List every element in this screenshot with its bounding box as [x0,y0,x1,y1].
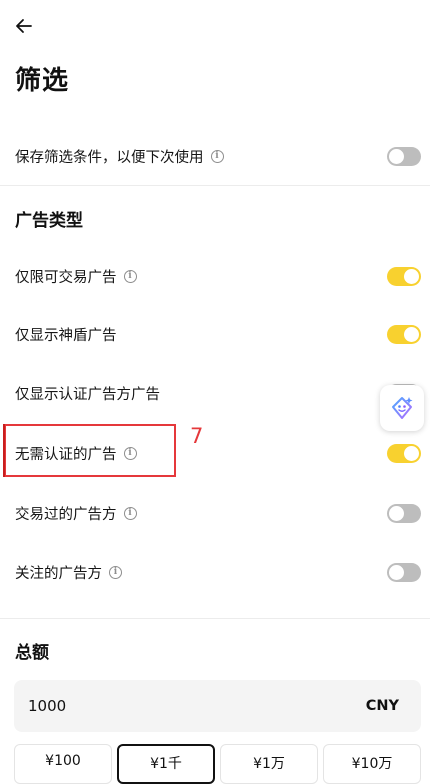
amount-section-title: 总额 [15,643,49,663]
amount-chip-100[interactable]: ¥100 [14,744,112,784]
info-icon[interactable]: i [123,269,137,283]
option-label: 交易过的广告方 [15,506,117,523]
no-verification-toggle[interactable] [387,443,421,463]
amount-chip-100k[interactable]: ¥10万 [323,744,421,784]
shield-only-toggle[interactable] [387,324,421,344]
floating-assistant-button[interactable] [380,385,424,431]
annotation-highlight-box [4,424,176,477]
info-icon[interactable]: i [123,506,137,520]
arrow-left-icon [16,19,32,33]
annotation-highlight-edge [3,424,5,477]
followed-advertisers-toggle[interactable] [387,562,421,582]
divider [0,618,430,619]
option-label: 关注的广告方 [15,565,102,582]
option-row-traded-advertisers: 交易过的广告方 i [15,497,421,529]
amount-preset-chips: ¥100 ¥1千 ¥1万 ¥10万 [14,744,421,784]
save-filter-toggle[interactable] [387,146,421,166]
currency-label: CNY [365,698,399,714]
amount-chip-1k[interactable]: ¥1千 [117,744,215,784]
option-label: 仅显示神盾广告 [15,327,117,344]
back-button[interactable] [12,14,36,38]
option-row-followed-advertisers: 关注的广告方 i [15,556,421,588]
option-row-verified-advertiser: 仅显示认证广告方广告 [15,377,421,409]
option-row-shield-only: 仅显示神盾广告 [15,318,421,350]
option-row-tradable-only: 仅限可交易广告 i [15,260,421,292]
traded-advertisers-toggle[interactable] [387,503,421,523]
ad-type-section-title: 广告类型 [15,211,83,231]
save-filter-row: 保存筛选条件，以便下次使用 i [15,140,421,172]
info-icon[interactable]: i [109,565,122,579]
save-filter-label: 保存筛选条件，以便下次使用 [15,149,204,166]
info-icon[interactable]: i [210,149,224,163]
annotation-number: 7 [190,424,204,448]
page-title: 筛选 [15,66,70,96]
option-label: 仅限可交易广告 [15,269,117,286]
amount-input[interactable]: 1000 CNY [14,680,421,732]
option-label: 仅显示认证广告方广告 [15,386,160,403]
tradable-only-toggle[interactable] [387,266,421,286]
divider [0,185,430,186]
amount-chip-10k[interactable]: ¥1万 [220,744,318,784]
sparkle-face-icon [392,397,413,419]
amount-value: 1000 [28,697,67,715]
